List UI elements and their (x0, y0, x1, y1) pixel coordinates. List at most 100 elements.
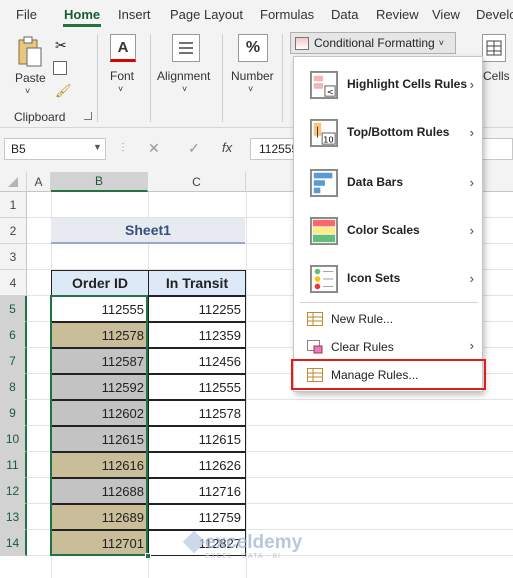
tab-developer[interactable]: Develo (476, 7, 513, 22)
number-format-icon[interactable]: % (238, 34, 268, 62)
order-id-cell[interactable]: 112587 (51, 348, 149, 374)
tab-review[interactable]: Review (376, 7, 419, 22)
menu-item-clear-rules[interactable]: Clear Rules › (294, 335, 482, 359)
manage-rules-highlight-box (291, 359, 486, 390)
row-header[interactable]: 1 (0, 192, 27, 218)
conditional-formatting-menu: < Highlight Cells Rules › 10 Top/Bottom … (293, 56, 483, 392)
order-id-cell[interactable]: 112701 (51, 530, 149, 556)
alignment-icon[interactable] (172, 34, 200, 62)
sheet-title-cell[interactable]: Sheet1 (51, 218, 245, 244)
tab-formulas[interactable]: Formulas (260, 7, 314, 22)
clipboard-launcher-icon[interactable] (84, 112, 92, 120)
data-bars-icon (310, 169, 338, 197)
font-icon[interactable]: A (110, 34, 136, 62)
column-header-c[interactable]: C (148, 172, 246, 192)
column-header-b[interactable]: B (51, 172, 148, 192)
row-header[interactable]: 13 (0, 504, 27, 530)
row-header[interactable]: 4 (0, 270, 27, 296)
watermark-logo: exceldemy (182, 530, 302, 554)
number-chevron-icon[interactable]: ˅ (248, 84, 253, 94)
row-header[interactable]: 3 (0, 244, 27, 270)
submenu-arrow-icon: › (469, 125, 474, 140)
in-transit-cell[interactable]: 112716 (148, 478, 246, 504)
in-transit-cell[interactable]: 112615 (148, 426, 246, 452)
copy-icon[interactable] (53, 61, 67, 75)
grid-line (246, 192, 247, 578)
row-header[interactable]: 11 (0, 452, 27, 478)
column-header-a[interactable]: A (27, 172, 51, 192)
header-in-transit[interactable]: In Transit (148, 270, 246, 296)
in-transit-cell[interactable]: 112626 (148, 452, 246, 478)
ribbon-separator (97, 34, 98, 122)
in-transit-cell[interactable]: 112555 (148, 374, 246, 400)
format-painter-icon[interactable]: 🖌 (55, 83, 72, 99)
in-transit-cell[interactable]: 112578 (148, 400, 246, 426)
menu-item-new-rule[interactable]: New Rule... (294, 307, 482, 331)
enter-icon[interactable]: ✓ (188, 140, 200, 157)
paste-icon[interactable] (16, 36, 44, 68)
name-box-dropdown-icon[interactable]: ▼ (93, 142, 102, 152)
fill-handle[interactable] (145, 553, 151, 559)
header-order-id[interactable]: Order ID (51, 270, 149, 296)
submenu-arrow-icon: › (469, 77, 474, 92)
paste-label[interactable]: Paste (15, 71, 46, 85)
name-box[interactable]: B5 (4, 138, 106, 160)
tab-home[interactable]: Home (64, 7, 100, 22)
menu-item-top-bottom-rules[interactable]: 10 Top/Bottom Rules › (294, 113, 482, 153)
order-id-cell[interactable]: 112578 (51, 322, 149, 348)
menu-item-highlight-cells-rules[interactable]: < Highlight Cells Rules › (294, 65, 482, 105)
paste-chevron-icon[interactable]: ˅ (25, 86, 30, 96)
in-transit-cell[interactable]: 112359 (148, 322, 246, 348)
chevron-down-icon: ˅ (438, 38, 444, 48)
order-id-cell[interactable]: 112689 (51, 504, 149, 530)
order-id-cell[interactable]: 112616 (51, 452, 149, 478)
tab-insert[interactable]: Insert (118, 7, 151, 22)
row-header[interactable]: 7 (0, 348, 27, 374)
watermark-icon (182, 530, 206, 554)
menu-item-data-bars[interactable]: Data Bars › (294, 163, 482, 203)
alignment-label[interactable]: Alignment (157, 69, 210, 83)
order-id-cell[interactable]: 112602 (51, 400, 149, 426)
row-header[interactable]: 8 (0, 374, 27, 400)
menu-item-icon-sets[interactable]: Icon Sets › (294, 259, 482, 299)
row-header[interactable]: 14 (0, 530, 27, 556)
conditional-formatting-button[interactable]: Conditional Formatting ˅ (290, 32, 456, 54)
row-header[interactable]: 2 (0, 218, 27, 244)
icon-sets-icon (310, 265, 338, 293)
submenu-arrow-icon: › (469, 223, 474, 238)
in-transit-cell[interactable]: 112456 (148, 348, 246, 374)
clipboard-group-label: Clipboard (14, 110, 66, 124)
svg-text:10: 10 (323, 134, 334, 144)
row-header[interactable]: 10 (0, 426, 27, 452)
order-id-cell[interactable]: 112555 (51, 296, 149, 322)
tab-file[interactable]: File (16, 7, 37, 22)
cells-icon[interactable] (482, 34, 506, 62)
color-scales-icon (310, 217, 338, 245)
active-tab-indicator (63, 24, 101, 27)
cancel-icon[interactable]: ✕ (148, 140, 160, 157)
menu-separator (300, 302, 478, 303)
tab-page-layout[interactable]: Page Layout (170, 7, 243, 22)
row-header[interactable]: 12 (0, 478, 27, 504)
font-chevron-icon[interactable]: ˅ (118, 84, 123, 94)
select-all-corner[interactable] (0, 172, 27, 192)
order-id-cell[interactable]: 112688 (51, 478, 149, 504)
number-label[interactable]: Number (231, 69, 274, 83)
cells-label[interactable]: Cells (483, 69, 510, 83)
row-header[interactable]: 5 (0, 296, 27, 322)
tab-data[interactable]: Data (331, 7, 358, 22)
in-transit-cell[interactable]: 112255 (148, 296, 246, 322)
font-label[interactable]: Font (110, 69, 134, 83)
alignment-chevron-icon[interactable]: ˅ (182, 84, 187, 94)
menu-item-color-scales[interactable]: Color Scales › (294, 211, 482, 251)
order-id-cell[interactable]: 112592 (51, 374, 149, 400)
cut-icon[interactable]: ✂ (55, 37, 67, 54)
more-options-icon[interactable]: ⋮ (118, 142, 128, 153)
order-id-cell[interactable]: 112615 (51, 426, 149, 452)
svg-text:<: < (327, 86, 334, 96)
insert-function-icon[interactable]: fx (222, 140, 232, 155)
in-transit-cell[interactable]: 112759 (148, 504, 246, 530)
row-header[interactable]: 6 (0, 322, 27, 348)
row-header[interactable]: 9 (0, 400, 27, 426)
tab-view[interactable]: View (432, 7, 460, 22)
